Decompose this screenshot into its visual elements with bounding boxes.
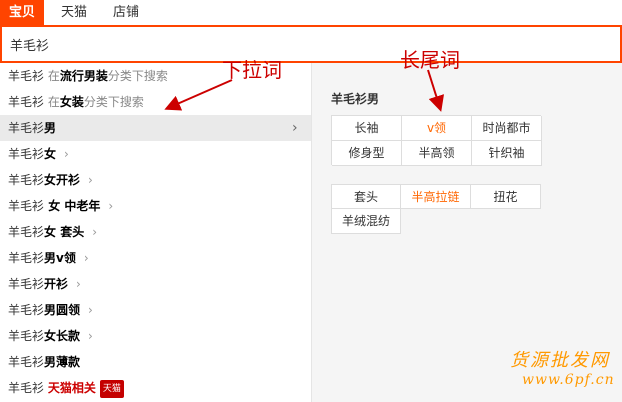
suggestion-item[interactable]: 羊毛衫男v领 ›: [0, 245, 311, 271]
chevron-right-icon: ›: [88, 329, 93, 343]
attribute-grid-2: 套头 半高拉链 扭花 羊绒混纺: [331, 184, 541, 234]
watermark-url: www.6pf.cn: [522, 372, 615, 388]
chevron-right-icon: ›: [108, 199, 114, 213]
suggestion-item[interactable]: 羊毛衫 女 中老年 ›: [0, 193, 311, 219]
attribute-tag[interactable]: 扭花: [471, 184, 541, 209]
chevron-right-icon: ›: [64, 147, 69, 161]
chevron-right-icon: ›: [76, 277, 81, 291]
attribute-tag[interactable]: 羊绒混纺: [331, 209, 401, 234]
suggestion-item[interactable]: 羊毛衫女 ›: [0, 141, 311, 167]
chevron-right-icon: ›: [88, 303, 93, 317]
tab-tmall[interactable]: 天猫: [52, 0, 96, 25]
attribute-tag[interactable]: 修身型: [332, 141, 402, 166]
suggestion-item[interactable]: 羊毛衫女 套头 ›: [0, 219, 311, 245]
chevron-right-icon: ›: [292, 120, 298, 136]
chevron-right-icon: ›: [88, 173, 93, 187]
search-input[interactable]: [10, 34, 570, 54]
suggestion-item[interactable]: 羊毛衫女长款 ›: [0, 323, 311, 349]
suggestion-item[interactable]: 羊毛衫开衫 ›: [0, 271, 311, 297]
suggestion-keyword: 羊毛衫: [8, 69, 45, 83]
watermark-text: 货源批发网: [510, 350, 610, 371]
suggestion-dropdown: 羊毛衫 在流行男装分类下搜索 羊毛衫 在女装分类下搜索 羊毛衫男 › 羊毛衫女 ›…: [0, 63, 312, 402]
suggestion-keyword: 羊毛衫: [8, 95, 45, 109]
tab-baobei[interactable]: 宝贝: [0, 0, 44, 25]
attribute-grid-1: 长袖 v领 时尚都市 修身型 半高领 针织袖: [331, 115, 542, 166]
attribute-tag[interactable]: 半高拉链: [401, 184, 471, 209]
suggestion-item[interactable]: 羊毛衫男薄款: [0, 349, 311, 375]
attribute-tag[interactable]: 长袖: [332, 116, 402, 141]
attribute-tag[interactable]: 半高领: [402, 141, 472, 166]
suggestion-item[interactable]: 羊毛衫男 ›: [0, 115, 311, 141]
suggestion-item[interactable]: 羊毛衫男圆领 ›: [0, 297, 311, 323]
annotation-long-tail-words: 长尾词: [400, 48, 460, 72]
tab-shop[interactable]: 店铺: [104, 0, 148, 25]
tmall-logo-icon: 天猫: [99, 379, 124, 398]
suggestion-tmall-related[interactable]: 羊毛衫 天猫相关 天猫: [0, 375, 311, 401]
search-box: [0, 25, 622, 63]
panel-title: 羊毛衫男: [331, 92, 380, 106]
chevron-right-icon: ›: [83, 251, 89, 265]
search-tab-bar: 宝贝 天猫 店铺: [0, 0, 622, 25]
attribute-tag[interactable]: 针织袖: [472, 141, 542, 166]
chevron-right-icon: ›: [92, 225, 98, 239]
attribute-tag[interactable]: 时尚都市: [472, 116, 542, 141]
attribute-tag[interactable]: 套头: [331, 184, 401, 209]
suggestion-category: 女装: [59, 95, 84, 109]
annotation-dropdown-words: 下拉词: [222, 58, 282, 82]
suggestion-category-womenswear[interactable]: 羊毛衫 在女装分类下搜索: [0, 89, 311, 115]
suggestion-category: 流行男装: [59, 69, 108, 83]
suggestion-item[interactable]: 羊毛衫女开衫 ›: [0, 167, 311, 193]
attribute-tag[interactable]: v领: [402, 116, 472, 141]
